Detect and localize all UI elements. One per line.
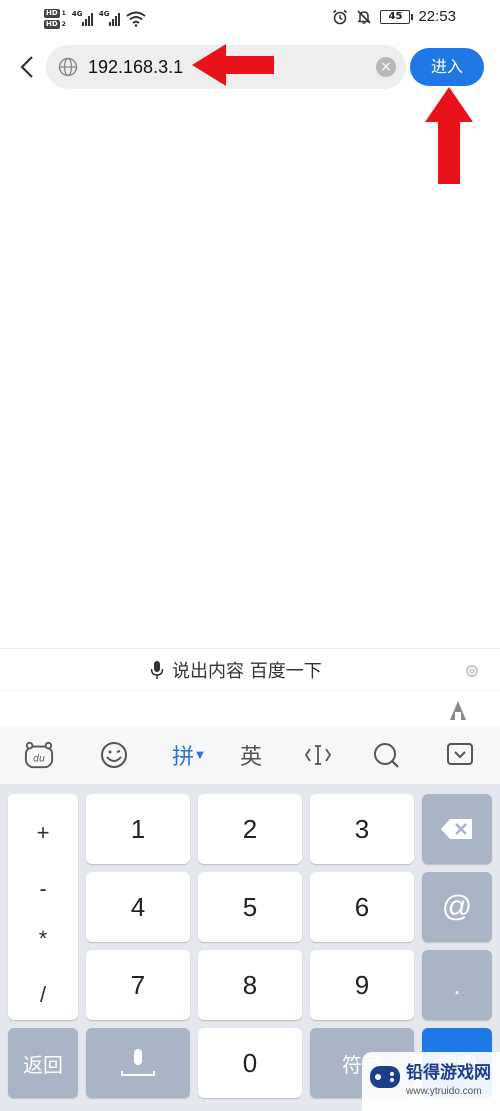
key-6[interactable]: 6 <box>310 872 414 942</box>
mute-icon <box>357 9 372 24</box>
signal-icon: 4G <box>72 10 93 26</box>
key-8[interactable]: 8 <box>198 950 302 1020</box>
arrow-annotation-up <box>425 87 473 184</box>
clock: 22:53 <box>418 8 456 25</box>
wifi-icon <box>126 11 146 27</box>
key-plus[interactable]: + <box>8 820 78 846</box>
tab-pinyin[interactable]: 拼 ▼ <box>168 740 208 770</box>
alarm-icon <box>333 9 348 24</box>
key-5[interactable]: 5 <box>198 872 302 942</box>
keyboard-hide-icon[interactable] <box>444 740 476 770</box>
search-icon[interactable] <box>370 740 402 770</box>
globe-icon <box>58 57 78 77</box>
status-right: 45 22:53 <box>332 8 456 25</box>
status-bar: HD 1 HD 2 4G 4G 45 22:53 <box>0 0 500 38</box>
svg-text:du: du <box>33 754 45 765</box>
watermark-title: 铅得游戏网 <box>406 1063 491 1083</box>
backspace-button[interactable] <box>422 794 492 864</box>
voice-hint: 说出内容 百度一下 <box>150 657 322 683</box>
back-key[interactable]: 返回 <box>8 1028 78 1098</box>
key-3[interactable]: 3 <box>310 794 414 864</box>
microphone-icon <box>121 1049 155 1076</box>
backspace-icon <box>441 819 472 839</box>
battery-icon: 45 <box>380 9 414 24</box>
emoji-icon[interactable] <box>98 740 130 770</box>
hd-indicators: HD 1 HD 2 <box>44 9 66 29</box>
clear-button[interactable]: × <box>376 57 396 77</box>
key-at[interactable]: @ <box>422 872 492 942</box>
chevron-left-icon <box>20 56 33 78</box>
hd-indicator-1: HD 1 <box>44 9 66 18</box>
voice-key[interactable] <box>86 1028 190 1098</box>
key-minus[interactable]: - <box>8 876 78 902</box>
close-icon: × <box>380 59 392 75</box>
tab-english[interactable]: 英 <box>236 740 266 770</box>
voice-input-bar[interactable]: 说出内容 百度一下 <box>0 648 500 690</box>
watermark: 铅得游戏网 www.ytruido.com <box>362 1052 500 1111</box>
url-input[interactable]: 192.168.3.1 <box>88 55 183 79</box>
key-9[interactable]: 9 <box>310 950 414 1020</box>
key-slash[interactable]: / <box>8 982 78 1008</box>
key-0[interactable]: 0 <box>198 1028 302 1098</box>
key-1[interactable]: 1 <box>86 794 190 864</box>
gear-icon[interactable] <box>464 663 480 679</box>
candidate-bar <box>0 690 500 726</box>
cursor-icon[interactable] <box>302 740 334 770</box>
arrow-annotation-left <box>192 44 274 86</box>
key-2[interactable]: 2 <box>198 794 302 864</box>
key-asterisk[interactable]: * <box>8 926 78 952</box>
signal-icon: 4G <box>99 10 120 26</box>
go-button[interactable]: 进入 <box>410 48 484 86</box>
symbol-column[interactable]: + - * / <box>8 794 78 1020</box>
hd-indicator-2: HD 2 <box>44 20 66 29</box>
watermark-logo-icon <box>370 1066 400 1088</box>
key-dot[interactable]: . <box>422 950 492 1020</box>
key-7[interactable]: 7 <box>86 950 190 1020</box>
keyboard-toolbar: du 拼 ▼ 英 <box>0 726 500 784</box>
watermark-url: www.ytruido.com <box>406 1086 482 1097</box>
key-4[interactable]: 4 <box>86 872 190 942</box>
microphone-icon <box>150 661 164 679</box>
font-icon[interactable] <box>446 699 470 721</box>
back-button[interactable] <box>14 52 40 82</box>
chevron-down-icon: ▼ <box>196 749 204 761</box>
baidu-logo-icon[interactable]: du <box>22 740 56 770</box>
status-left: HD 1 HD 2 4G 4G <box>44 4 146 34</box>
